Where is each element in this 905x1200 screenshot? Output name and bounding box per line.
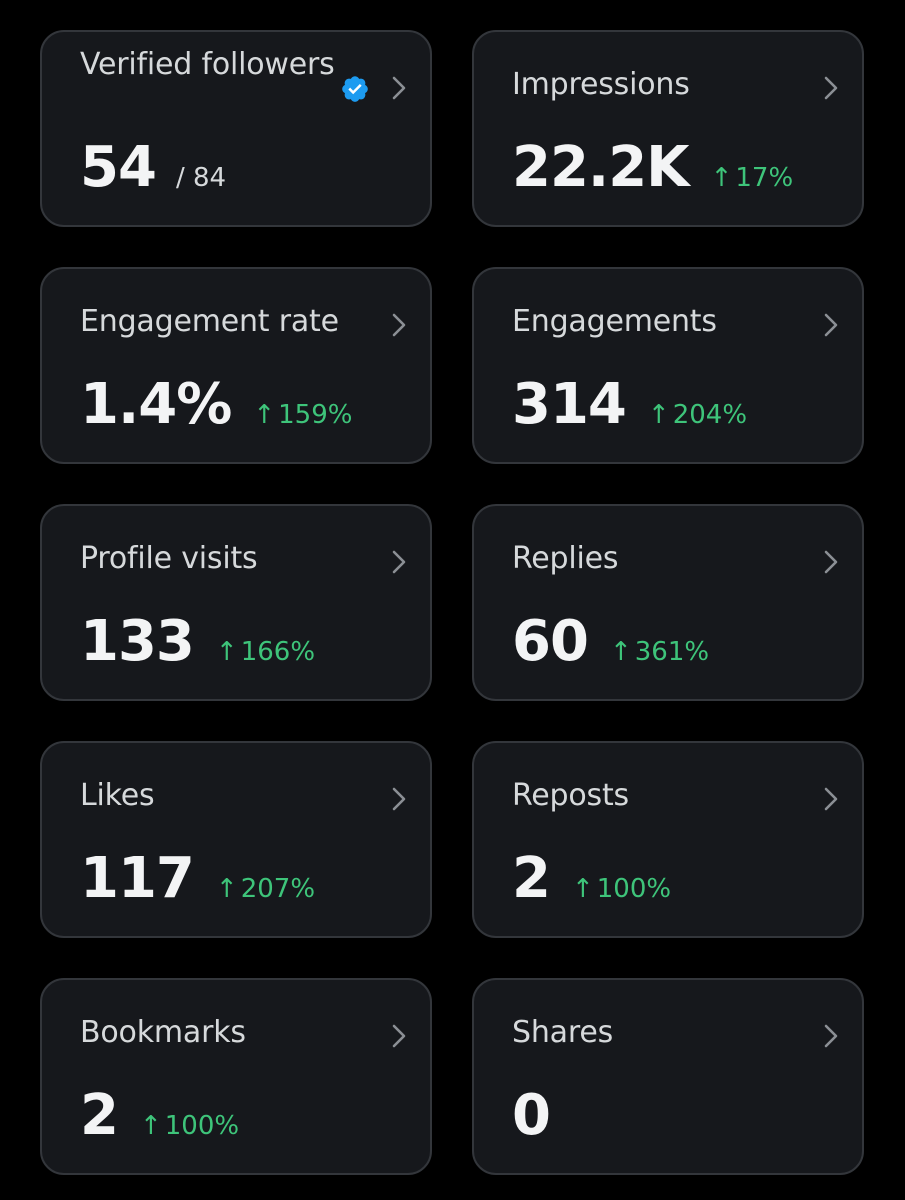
value-row: 2 ↑ 100%: [80, 1084, 239, 1148]
change-percent: 166%: [240, 637, 316, 667]
card-title: Engagements: [512, 304, 717, 339]
card-title: Engagement rate: [80, 304, 339, 339]
arrow-up-icon: ↑: [215, 874, 238, 904]
card-title: Likes: [80, 778, 155, 813]
card-title: Profile visits: [80, 541, 258, 576]
chevron-right-icon[interactable]: [390, 548, 408, 576]
card-title: Bookmarks: [80, 1015, 246, 1050]
value-row: 314 ↑ 204%: [512, 373, 747, 437]
change-indicator: ↑ 166%: [216, 620, 315, 684]
card-impressions[interactable]: Impressions 22.2K ↑ 17%: [472, 30, 864, 227]
card-title: Reposts: [512, 778, 629, 813]
value-row: 133 ↑ 166%: [80, 610, 315, 674]
change-percent: 207%: [240, 874, 316, 904]
card-replies[interactable]: Replies 60 ↑ 361%: [472, 504, 864, 701]
change-percent: 100%: [596, 874, 672, 904]
chevron-right-icon[interactable]: [390, 1022, 408, 1050]
change-indicator: ↑ 100%: [572, 857, 671, 921]
card-shares[interactable]: Shares 0: [472, 978, 864, 1175]
value-row: 22.2K ↑ 17%: [512, 136, 793, 200]
card-title: Verified followers: [80, 47, 335, 82]
value-row: 117 ↑ 207%: [80, 847, 315, 911]
card-title: Replies: [512, 541, 619, 576]
card-verified-followers[interactable]: Verified followers 54 / 84: [40, 30, 432, 227]
card-value: 1.4%: [80, 372, 232, 437]
chevron-right-icon[interactable]: [822, 548, 840, 576]
change-indicator: ↑ 100%: [140, 1094, 239, 1158]
card-total: / 84: [175, 163, 227, 193]
change-percent: 17%: [735, 163, 794, 193]
value-row: 2 ↑ 100%: [512, 847, 671, 911]
card-title: Shares: [512, 1015, 614, 1050]
verified-badge-icon: [342, 76, 368, 102]
change-indicator: ↑ 207%: [216, 857, 315, 921]
card-value: 2: [512, 846, 551, 911]
chevron-right-icon[interactable]: [822, 785, 840, 813]
chevron-right-icon[interactable]: [390, 311, 408, 339]
value-row: 0: [512, 1083, 551, 1148]
change-percent: 361%: [634, 637, 710, 667]
change-indicator: ↑ 17%: [711, 146, 794, 210]
card-value: 117: [80, 846, 195, 911]
value-row: 60 ↑ 361%: [512, 610, 709, 674]
change-percent: 100%: [164, 1111, 240, 1141]
card-value: 0: [512, 1083, 551, 1148]
card-value: 22.2K: [512, 135, 690, 200]
arrow-up-icon: ↑: [139, 1111, 162, 1141]
arrow-up-icon: ↑: [253, 400, 276, 430]
card-title: Impressions: [512, 67, 690, 102]
card-value: 133: [80, 609, 195, 674]
chevron-right-icon[interactable]: [390, 785, 408, 813]
change-indicator: ↑ 204%: [648, 383, 747, 447]
card-value: 54: [80, 135, 157, 200]
chevron-right-icon[interactable]: [822, 74, 840, 102]
card-bookmarks[interactable]: Bookmarks 2 ↑ 100%: [40, 978, 432, 1175]
card-value: 314: [512, 372, 627, 437]
chevron-right-icon[interactable]: [822, 311, 840, 339]
card-reposts[interactable]: Reposts 2 ↑ 100%: [472, 741, 864, 938]
card-value: 60: [512, 609, 589, 674]
change-percent: 159%: [278, 400, 353, 430]
change-indicator: ↑ 361%: [610, 620, 709, 684]
arrow-up-icon: ↑: [571, 874, 594, 904]
arrow-up-icon: ↑: [215, 637, 238, 667]
stats-grid: Verified followers 54 / 84 Impressions 2…: [0, 0, 905, 1200]
value-row: 1.4% ↑ 159%: [80, 373, 352, 437]
arrow-up-icon: ↑: [710, 163, 733, 193]
card-likes[interactable]: Likes 117 ↑ 207%: [40, 741, 432, 938]
change-percent: 204%: [672, 400, 748, 430]
value-row: 54 / 84: [80, 136, 226, 200]
card-value: 2: [80, 1083, 119, 1148]
chevron-right-icon[interactable]: [390, 74, 408, 102]
arrow-up-icon: ↑: [609, 637, 632, 667]
card-engagement-rate[interactable]: Engagement rate 1.4% ↑ 159%: [40, 267, 432, 464]
chevron-right-icon[interactable]: [822, 1022, 840, 1050]
change-indicator: ↑ 159%: [253, 383, 352, 447]
arrow-up-icon: ↑: [647, 400, 670, 430]
card-profile-visits[interactable]: Profile visits 133 ↑ 166%: [40, 504, 432, 701]
card-engagements[interactable]: Engagements 314 ↑ 204%: [472, 267, 864, 464]
